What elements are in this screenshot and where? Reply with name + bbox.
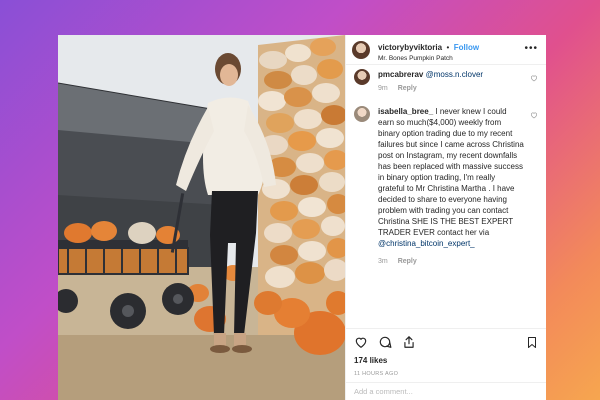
heart-icon [530,112,538,119]
post-photo[interactable] [58,35,345,400]
instagram-post-card: victorybyviktoria • Follow Mr. Bones Pum… [58,35,546,400]
comment-text: pmcabrerav @moss.n.clover [378,69,524,80]
separator-dot: • [446,42,450,52]
post-photo-illustration [58,35,345,400]
post-actions [346,328,546,354]
share-icon [404,335,414,348]
share-button[interactable] [402,335,416,349]
comment-item: pmcabrerav @moss.n.clover 9m Reply [354,69,538,92]
comment-text: isabella_bree_ I never knew I could earn… [378,106,524,249]
comment-item: isabella_bree_ I never knew I could earn… [354,106,538,265]
comment-button[interactable] [378,335,392,349]
post-location[interactable]: Mr. Bones Pumpkin Patch [378,55,479,62]
author-avatar[interactable] [352,40,370,59]
comment-icon [379,336,392,348]
commenter-username[interactable]: pmcabrerav [378,70,423,79]
comment-time: 9m [378,85,388,92]
commenter-avatar[interactable] [354,106,370,122]
commenter-avatar[interactable] [354,69,370,85]
reply-button[interactable]: Reply [398,258,417,265]
more-icon[interactable]: ••• [524,43,538,54]
comments-list: pmcabrerav @moss.n.clover 9m Reply isabe… [346,65,546,328]
author-info: victorybyviktoria • Follow Mr. Bones Pum… [378,37,479,63]
comment-message: I never knew I could earn so much($4,000… [378,107,524,237]
like-button[interactable] [354,335,368,349]
comment-meta: 9m Reply [378,85,524,92]
comment-body: isabella_bree_ I never knew I could earn… [378,106,524,265]
heart-icon [355,337,367,348]
post-timestamp: 11 HOURS AGO [354,371,399,377]
like-count[interactable]: 174 likes [346,354,546,368]
commenter-username[interactable]: isabella_bree_ [378,107,433,116]
comment-body: pmcabrerav @moss.n.clover 9m Reply [378,69,524,92]
post-side-panel: victorybyviktoria • Follow Mr. Bones Pum… [345,35,546,400]
heart-icon [530,75,538,82]
save-button[interactable] [526,336,538,354]
comment-mention[interactable]: @moss.n.clover [426,70,483,79]
like-comment-heart-icon[interactable] [530,69,538,87]
like-comment-heart-icon[interactable] [530,106,538,124]
bookmark-icon [528,337,536,348]
comment-time: 3m [378,258,388,265]
comment-mention[interactable]: @christina_bitcoin_expert_ [378,239,475,248]
post-header: victorybyviktoria • Follow Mr. Bones Pum… [346,35,546,65]
add-comment-input[interactable]: Add a comment... [346,382,546,400]
comment-meta: 3m Reply [378,258,524,265]
author-username[interactable]: victorybyviktoria [378,43,442,52]
reply-button[interactable]: Reply [398,85,417,92]
follow-button[interactable]: Follow [454,43,479,52]
